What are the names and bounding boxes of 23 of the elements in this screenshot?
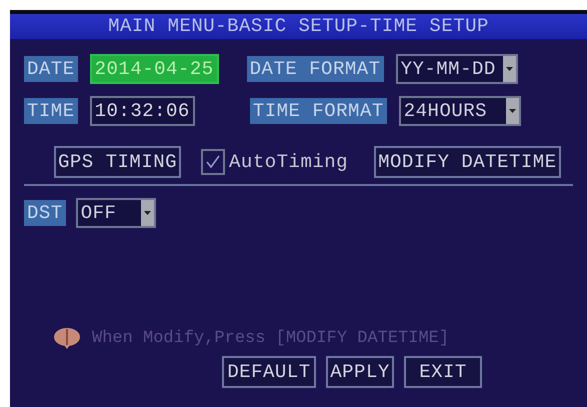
field-label: DST [24,200,66,226]
dropdown[interactable]: OFF [76,198,156,228]
field-label: DATE FORMAT [246,56,384,82]
field-label: DATE [24,56,78,82]
field-label: TIME [24,98,78,124]
window-title: MAIN MENU-BASIC SETUP-TIME SETUP [10,14,587,39]
checkbox-label: AutoTiming [229,151,348,173]
dropdown[interactable]: YY-MM-DD [396,54,518,84]
checkmark-icon [205,155,222,169]
field-label: TIME FORMAT [250,98,387,124]
info-icon [52,326,82,350]
dropdown[interactable]: 24HOURS [398,96,521,126]
dialog-button[interactable]: EXIT [404,356,482,388]
caret-icon [506,98,519,124]
time-field[interactable]: 10:32:06 [90,96,195,126]
checkbox[interactable] [201,149,226,175]
dialog-button[interactable]: DEFAULT [222,356,316,388]
modify-datetime-button[interactable]: MODIFY DATETIME [374,146,561,178]
caret-icon [140,200,154,226]
dialog-button[interactable]: APPLY [326,356,394,388]
gps-timing-button[interactable]: GPS TIMING [54,146,182,178]
caret-icon [502,56,516,82]
hint-text: When Modify,Press [MODIFY DATETIME] [92,328,450,348]
